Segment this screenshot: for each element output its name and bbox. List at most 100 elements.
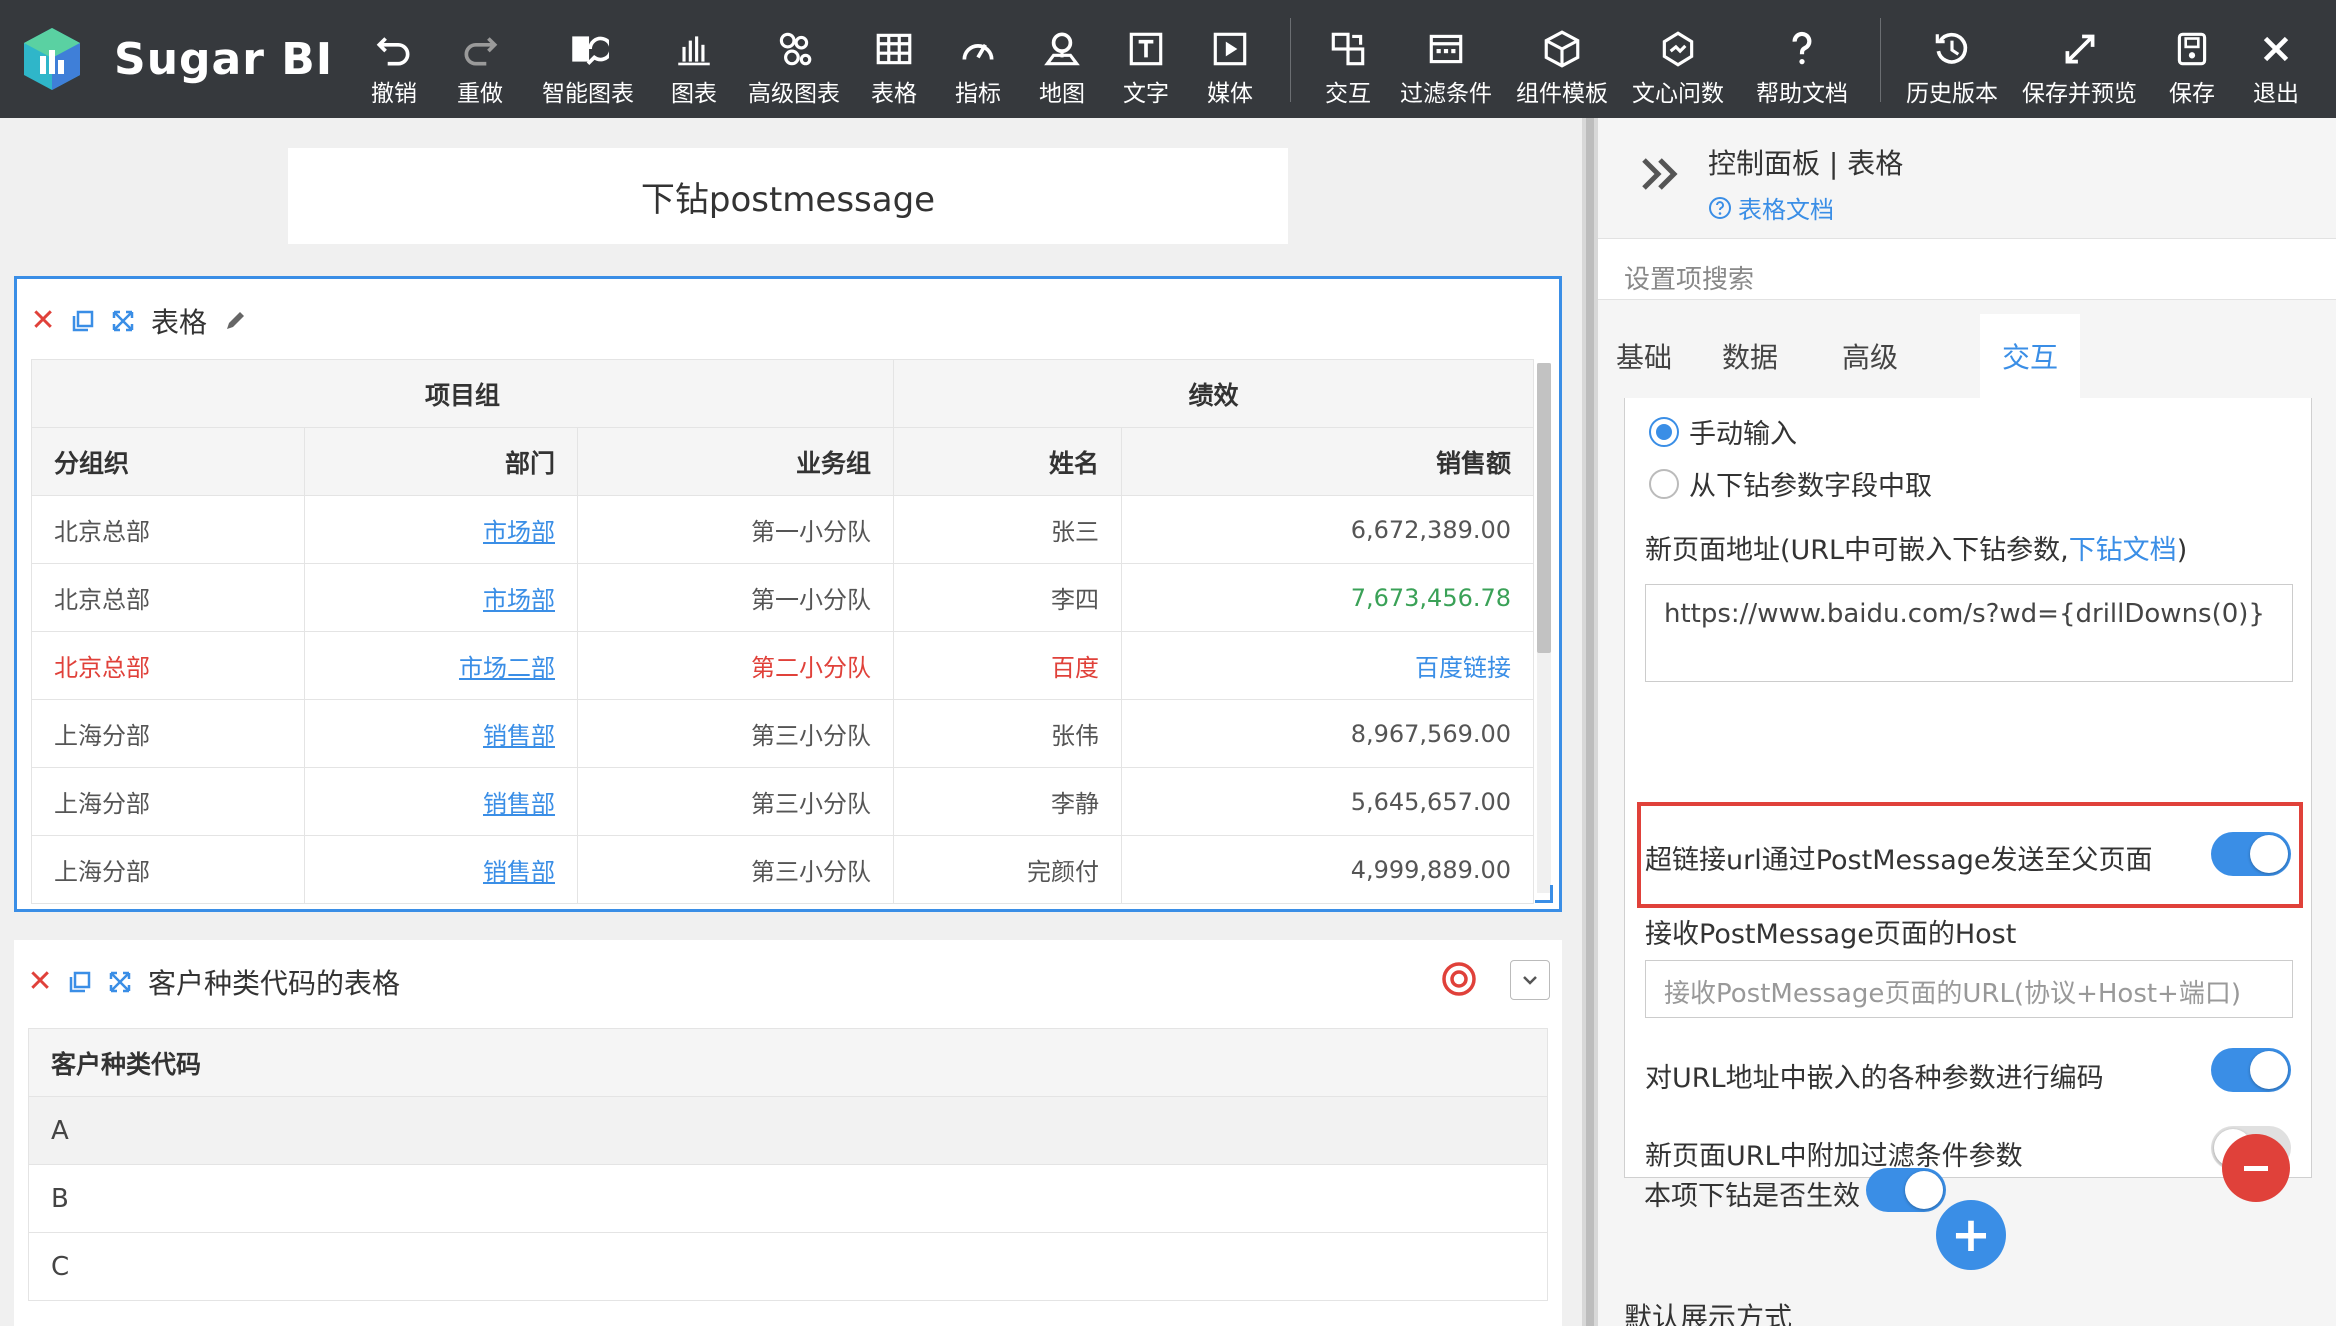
copy-widget-icon[interactable] [68,970,92,994]
bar-chart-icon [670,26,718,72]
edit-pencil-icon[interactable] [223,309,247,333]
wenxin-icon [1654,26,1702,72]
scrollbar-thumb[interactable] [1537,363,1551,653]
dept-link[interactable]: 市场部 [483,586,555,614]
media-button[interactable]: 媒体 [1206,26,1254,108]
table-scrollbar[interactable] [1537,363,1551,893]
data-table: 项目组 绩效 分组织 部门 业务组 姓名 销售额 北京总部 市场部 第一小分队 … [30,359,1535,904]
dept-link[interactable]: 销售部 [483,722,555,750]
add-drill-button[interactable]: + [1936,1200,2006,1270]
table-cell-link[interactable]: 销售部 [304,699,578,768]
interaction-button[interactable]: 交互 [1324,26,1372,108]
redo-button[interactable]: 重做 [456,26,504,108]
column-header[interactable]: 分组织 [31,427,305,496]
widget-menu-dropdown[interactable] [1510,960,1550,1000]
fullscreen-icon[interactable] [111,309,135,333]
target-icon[interactable] [1440,960,1478,998]
remove-drill-button[interactable] [2222,1134,2290,1202]
postmessage-toggle[interactable] [2211,832,2291,876]
page-title[interactable]: 下钻postmessage [288,148,1288,244]
wenxin-ask-button[interactable]: 文心问数 [1632,26,1724,108]
drill-enabled-toggle[interactable] [1866,1168,1946,1212]
table-cell-link[interactable]: 市场二部 [304,631,578,700]
tab-interaction[interactable]: 交互 [1980,314,2080,398]
undo-button[interactable]: 撤销 [370,26,418,108]
table-cell: 第一小分队 [576,563,895,632]
interaction-icon [1324,26,1372,72]
host-input[interactable]: 接收PostMessage页面的URL(协议+Host+端口) [1645,960,2293,1018]
customer-code-table-widget[interactable]: ✕ 客户种类代码的表格 客户种类代码 A B C [14,940,1562,1326]
delete-widget-icon[interactable]: ✕ [27,967,52,997]
table-cell-link[interactable]: 销售部 [304,835,578,904]
save-button[interactable]: 保存 [2168,26,2216,108]
filter-param-label: 新页面URL中附加过滤条件参数 [1645,1141,2023,1172]
collapse-panel-icon[interactable] [1640,156,1680,196]
history-button[interactable]: 历史版本 [1906,26,1998,108]
column-header[interactable]: 客户种类代码 [28,1028,1548,1097]
column-header[interactable]: 业务组 [576,427,895,496]
table-button[interactable]: 表格 [870,26,918,108]
url-textarea[interactable]: https://www.baidu.com/s?wd={drillDowns(0… [1645,584,2293,682]
table-row: 北京总部 市场二部 第二小分队 百度 百度链接 [31,631,1535,700]
smart-chart-icon [564,26,612,72]
plus-icon: + [1950,1207,1992,1263]
drill-doc-link[interactable]: 下钻文档 [2069,535,2177,566]
smart-chart-button[interactable]: 智能图表 [542,26,634,108]
map-pin-icon [1038,26,1086,72]
metric-button[interactable]: 指标 [954,26,1002,108]
toggle-knob [2250,1051,2288,1089]
table-cell: 完颜付 [893,835,1123,904]
table-widget-selected[interactable]: ✕ 表格 项目组 绩效 分组织 部门 业务组 姓名 销售额 北京总部 市场部 第… [14,276,1562,912]
encode-toggle[interactable] [2211,1048,2291,1092]
fullscreen-icon[interactable] [108,970,132,994]
dept-link[interactable]: 市场二部 [459,654,555,682]
table-cell-link[interactable]: 市场部 [304,563,578,632]
column-header[interactable]: 部门 [304,427,578,496]
tab-basic[interactable]: 基础 [1598,314,1690,398]
group-header-performance: 绩效 [893,359,1535,428]
help-circle-icon [1709,196,1731,219]
splitter-bar[interactable] [1586,118,1594,1326]
expand-icon [2056,26,2104,72]
chart-button[interactable]: 图表 [670,26,718,108]
table-doc-link[interactable]: 表格文档 [1708,190,1834,225]
copy-widget-icon[interactable] [71,309,95,333]
table-row: B [28,1164,1548,1233]
table-cell-link[interactable]: 市场部 [304,495,578,564]
delete-widget-icon[interactable]: ✕ [30,306,55,336]
map-button[interactable]: 地图 [1038,26,1086,108]
column-header[interactable]: 姓名 [893,427,1123,496]
column-header[interactable]: 销售额 [1121,427,1535,496]
table-row: A [28,1096,1548,1165]
table-icon [870,26,918,72]
help-doc-button[interactable]: 帮助文档 [1756,26,1848,108]
dept-link[interactable]: 市场部 [483,518,555,546]
component-template-button[interactable]: 组件模板 [1516,26,1608,108]
exit-button[interactable]: 退出 [2252,26,2300,108]
settings-search-input[interactable]: 设置项搜索 [1598,238,2336,300]
undo-icon [370,26,418,72]
dept-link[interactable]: 销售部 [483,858,555,886]
widget-title: 客户种类代码的表格 [148,967,401,1000]
filter-icon [1422,26,1470,72]
table-cell-link[interactable]: 销售部 [304,767,578,836]
question-icon [1778,26,1826,72]
table-cell: 张伟 [893,699,1123,768]
play-icon [1206,26,1254,72]
table-cell: 第三小分队 [576,767,895,836]
tab-data[interactable]: 数据 [1690,314,1810,398]
radio-from-field[interactable]: 从下钻参数字段中取 [1649,464,1932,503]
advanced-chart-icon [770,26,818,72]
interaction-settings: 手动输入 从下钻参数字段中取 新页面地址(URL中可嵌入下钻参数,下钻文档) h… [1624,398,2312,1178]
radio-manual-input[interactable]: 手动输入 [1649,412,1797,451]
tab-advanced[interactable]: 高级 [1810,314,1930,398]
redo-icon [456,26,504,72]
save-preview-button[interactable]: 保存并预览 [2022,26,2137,108]
resize-handle[interactable] [1535,885,1553,903]
dept-link[interactable]: 销售部 [483,790,555,818]
baidu-link-cell[interactable]: 百度链接 [1121,631,1535,700]
panel-splitter[interactable] [1582,118,1598,1326]
text-button[interactable]: 文字 [1122,26,1170,108]
advanced-chart-button[interactable]: 高级图表 [748,26,840,108]
filter-button[interactable]: 过滤条件 [1400,26,1492,108]
